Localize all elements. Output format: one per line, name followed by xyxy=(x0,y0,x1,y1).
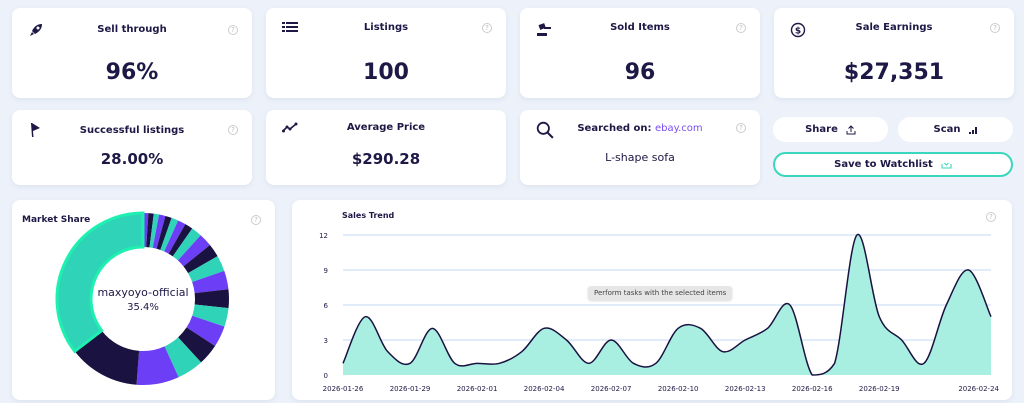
data-point[interactable] xyxy=(451,359,459,367)
card-title: Sell through xyxy=(97,24,167,35)
card-value: 96% xyxy=(105,60,159,85)
help-icon[interactable]: ? xyxy=(228,25,238,35)
y-tick-label: 3 xyxy=(324,337,328,345)
data-point[interactable] xyxy=(540,324,548,332)
tray-download-icon xyxy=(941,162,952,169)
card-title: Successful listings xyxy=(79,125,185,136)
data-point[interactable] xyxy=(562,336,570,344)
tooltip: Perform tasks with the selected items xyxy=(588,286,733,300)
search-query: L-shape sofa xyxy=(605,151,675,164)
save-to-watchlist-button[interactable]: Save to Watchlist xyxy=(773,152,1013,177)
sales-trend-chart: 0 3 6 9 12 2026-01-26 2026-01-29 2026-02-01 2026… xyxy=(319,231,999,393)
donut-center-value: 35.4% xyxy=(127,302,159,313)
card-title: Average Price xyxy=(346,122,426,133)
data-point[interactable] xyxy=(741,336,749,344)
data-point[interactable] xyxy=(697,324,705,332)
x-tick-label: 2026-02-24 xyxy=(958,385,999,393)
sell-through-card: Sell through 96% ? xyxy=(12,8,252,98)
market-share-card: Market Share ? maxyoyo-official 35.4% xyxy=(12,200,275,400)
data-point[interactable] xyxy=(965,266,973,274)
data-point[interactable] xyxy=(629,359,637,367)
x-tick-label: 2026-02-19 xyxy=(859,385,900,393)
y-tick-label: 12 xyxy=(319,232,328,240)
data-point[interactable] xyxy=(719,348,727,356)
share-button[interactable]: Share xyxy=(773,117,888,142)
listings-card: Listings 100 ? xyxy=(266,8,506,98)
sale-earnings-card: $ Sale Earnings $27,351 ? xyxy=(774,8,1014,98)
data-point[interactable] xyxy=(831,359,839,367)
donut-slice[interactable] xyxy=(55,211,145,354)
successful-listings-card: Successful listings 28.00% ? xyxy=(12,110,252,185)
save-label: Save to Watchlist xyxy=(834,159,933,170)
x-tick-label: 2026-02-10 xyxy=(658,385,699,393)
card-title: Listings xyxy=(363,22,409,33)
data-point[interactable] xyxy=(585,359,593,367)
share-label: Share xyxy=(805,124,838,135)
data-point[interactable] xyxy=(898,336,906,344)
data-point[interactable] xyxy=(808,371,816,379)
help-icon[interactable]: ? xyxy=(736,23,746,33)
data-point[interactable] xyxy=(674,324,682,332)
help-icon[interactable]: ? xyxy=(482,23,492,33)
data-point[interactable] xyxy=(987,313,995,321)
data-point[interactable] xyxy=(786,301,794,309)
data-point[interactable] xyxy=(853,231,861,239)
search-card: Searched on: ebay.com L-shape sofa ? xyxy=(520,110,760,185)
donut-center-label: maxyoyo-official xyxy=(97,286,189,299)
data-point[interactable] xyxy=(473,359,481,367)
x-tick-label: 2026-02-07 xyxy=(591,385,632,393)
data-point[interactable] xyxy=(384,348,392,356)
market-share-donut[interactable] xyxy=(12,200,275,400)
data-point[interactable] xyxy=(495,359,503,367)
data-point[interactable] xyxy=(518,348,526,356)
scan-label: Scan xyxy=(933,124,961,135)
x-tick-label: 2026-02-01 xyxy=(457,385,498,393)
x-tick-label: 2026-02-16 xyxy=(792,385,833,393)
search-site-link[interactable]: ebay.com xyxy=(655,123,703,134)
data-point[interactable] xyxy=(607,336,615,344)
average-price-card: Average Price $290.28 xyxy=(266,110,506,185)
data-point[interactable] xyxy=(406,359,414,367)
x-tick-label: 2026-02-04 xyxy=(524,385,565,393)
x-tick-label: 2026-02-13 xyxy=(725,385,766,393)
x-tick-label: 2026-01-29 xyxy=(390,385,431,393)
data-point[interactable] xyxy=(361,313,369,321)
card-title: Sold Items xyxy=(610,22,670,33)
data-point[interactable] xyxy=(339,359,347,367)
signal-icon xyxy=(968,126,977,134)
card-value: 100 xyxy=(363,60,409,85)
data-point[interactable] xyxy=(920,359,928,367)
help-icon[interactable]: ? xyxy=(736,123,746,133)
sales-trend-card: Sales Trend ? 0 3 6 9 12 2026-01-26 2026-01-29… xyxy=(292,200,1012,400)
card-value: $290.28 xyxy=(351,150,421,168)
y-tick-label: 9 xyxy=(324,267,328,275)
help-icon[interactable]: ? xyxy=(228,125,238,135)
share-icon xyxy=(846,124,856,134)
data-point[interactable] xyxy=(428,324,436,332)
card-value: 96 xyxy=(624,60,656,85)
help-icon[interactable]: ? xyxy=(990,23,1000,33)
card-value: $27,351 xyxy=(843,60,945,85)
scan-button[interactable]: Scan xyxy=(898,117,1013,142)
data-point[interactable] xyxy=(764,324,772,332)
card-title: Sale Earnings xyxy=(855,22,933,33)
sold-items-card: Sold Items 96 ? xyxy=(520,8,760,98)
y-tick-label: 6 xyxy=(324,302,329,310)
data-point[interactable] xyxy=(875,313,883,321)
data-point[interactable] xyxy=(652,359,660,367)
data-point[interactable] xyxy=(942,301,950,309)
y-tick-label: 0 xyxy=(324,372,328,380)
search-title: Searched on: ebay.com xyxy=(520,123,760,134)
card-value: 28.00% xyxy=(100,150,164,168)
x-tick-label: 2026-01-26 xyxy=(323,385,364,393)
search-label: Searched on: xyxy=(577,123,652,134)
